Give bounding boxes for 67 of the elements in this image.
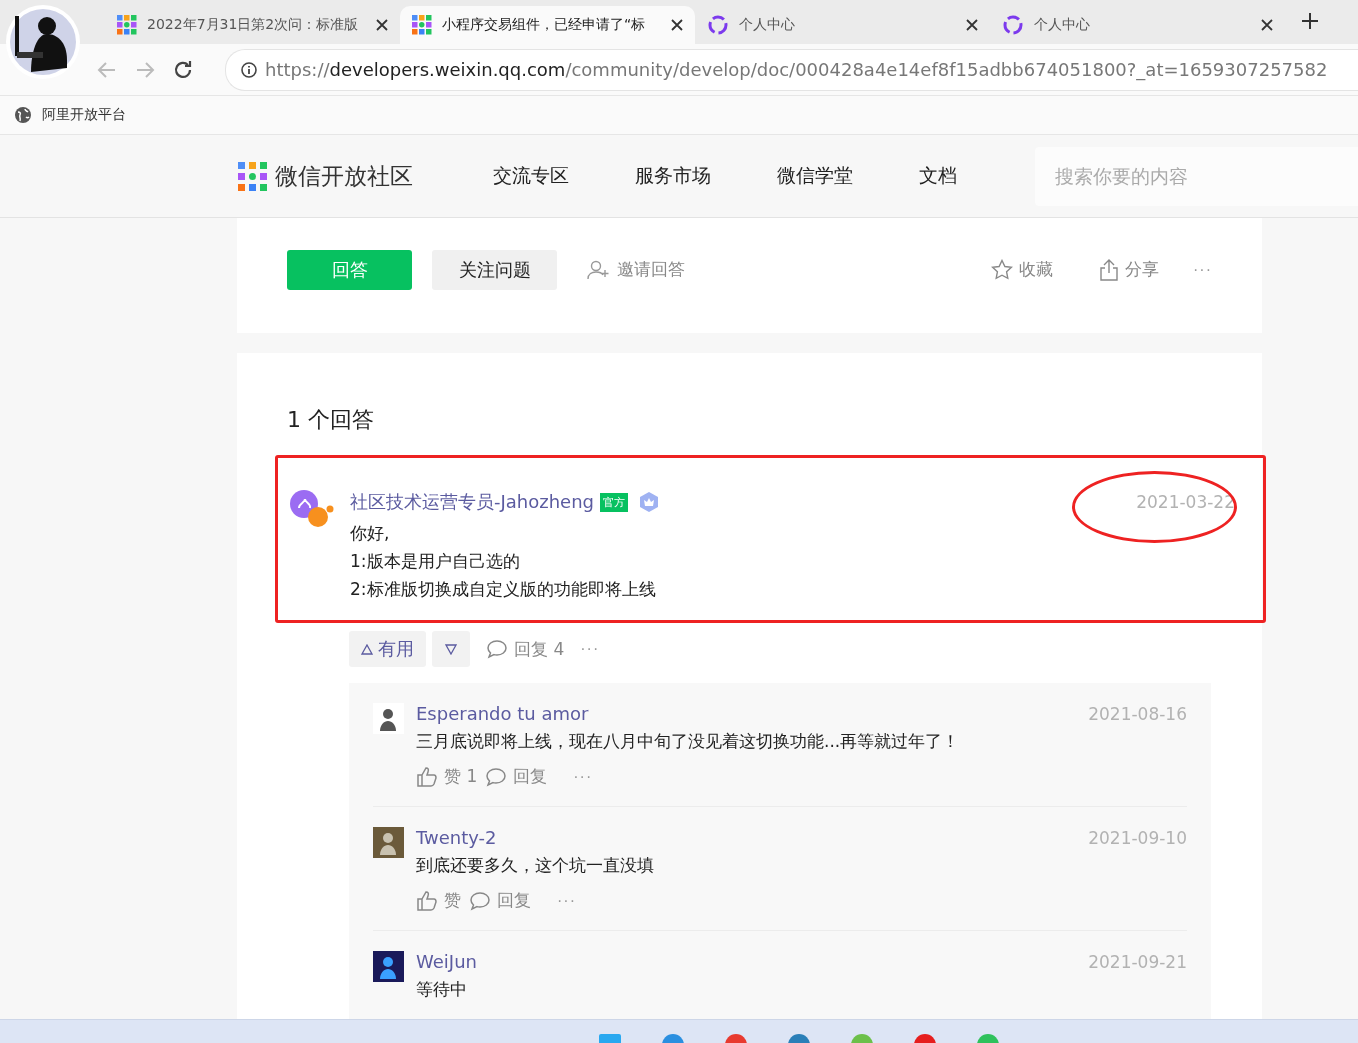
close-icon[interactable] (1261, 19, 1273, 31)
star-icon (991, 258, 1013, 281)
comment-icon (486, 639, 508, 659)
browser-tab[interactable]: 小程序交易组件，已经申请了“标 (400, 6, 695, 44)
url-text: https://developers.weixin.qq.com/community/develop/doc/000428a4e14ef8f15adbb674051800?_at=1659307257582 (265, 59, 1328, 80)
comment-icon (469, 890, 491, 911)
app-grid-icon (412, 15, 432, 35)
bookmark-link[interactable]: 阿里开放平台 (42, 106, 126, 124)
follow-button[interactable]: 关注问题 (432, 249, 557, 290)
more-button[interactable]: ··· (580, 640, 600, 658)
reply-author[interactable]: WeiJun (416, 951, 477, 972)
ring-logo-icon (1002, 14, 1024, 36)
user-avatar (373, 827, 404, 858)
comment-icon (485, 766, 508, 787)
browser-tab[interactable]: 个人中心 (990, 6, 1285, 44)
reply-text: 三月底说即将上线，现在八月中旬了没见着这切换功能...再等就过年了！ (416, 730, 961, 753)
answer-text: 你好, (350, 524, 391, 542)
up-triangle-icon (361, 643, 373, 655)
reply-text: 等待中 (416, 978, 468, 1001)
reply-date: 2021-09-21 (1088, 951, 1187, 972)
shield-icon (638, 491, 661, 513)
thumbs-up-icon (416, 890, 438, 911)
globe-icon (14, 106, 32, 124)
info-icon (241, 61, 257, 78)
answer-text: 1:版本是用户自己选的 (350, 552, 521, 570)
useful-button[interactable]: 有用 (349, 631, 426, 667)
reply-text: 到底还要多久，这个坑一直没填 (416, 854, 655, 877)
logo-icon (238, 161, 267, 191)
reply-date: 2021-08-16 (1088, 703, 1187, 724)
author-avatar (290, 490, 334, 530)
reply-date: 2021-09-10 (1088, 827, 1187, 848)
answers-heading: 1 个回答 (287, 406, 375, 434)
close-icon[interactable] (966, 19, 978, 31)
user-avatar (373, 951, 404, 982)
app-grid-icon (117, 15, 137, 35)
share-button[interactable]: 分享 (1099, 258, 1159, 281)
close-icon[interactable] (671, 19, 683, 31)
down-triangle-icon (445, 643, 457, 655)
ring-logo-icon (707, 14, 729, 36)
author-name[interactable]: 社区技术运营专员-Jahozheng (350, 490, 595, 514)
reply-button[interactable]: 回复 (485, 765, 548, 788)
browser-tab[interactable]: 2022年7月31日第2次问：标准版 (105, 6, 400, 44)
nav-link[interactable]: 服务市场 (635, 163, 711, 189)
share-icon (1099, 258, 1119, 281)
answer-text: 2:标准版切换成自定义版的功能即将上线 (350, 580, 657, 598)
like-button[interactable]: 赞 (416, 889, 461, 912)
reply-count-button[interactable]: 回复 4 (486, 637, 565, 661)
reply-author[interactable]: Twenty-2 (416, 827, 497, 848)
nav-link[interactable]: 微信学堂 (777, 163, 853, 189)
browser-tab[interactable]: 个人中心 (695, 6, 990, 44)
search-field[interactable]: 搜索你要的内容 (1035, 146, 1358, 206)
address-bar[interactable]: https://developers.weixin.qq.com/community/develop/doc/000428a4e14ef8f15adbb674051800?_at=1659307257582 (225, 48, 1358, 91)
reply-button[interactable]: 回复 (469, 889, 531, 912)
like-button[interactable]: 赞 1 (416, 765, 478, 788)
add-user-icon (587, 259, 611, 280)
official-badge: 官方 (600, 492, 629, 512)
answer-date: 2021-03-22 (1136, 492, 1235, 512)
favorite-button[interactable]: 收藏 (991, 258, 1053, 281)
invite-button[interactable]: 邀请回答 (587, 258, 685, 281)
thumbs-up-icon (416, 766, 438, 787)
nav-link[interactable]: 文档 (919, 163, 957, 189)
close-icon[interactable] (376, 19, 388, 31)
downvote-button[interactable] (432, 631, 470, 667)
reply-author[interactable]: Esperando tu amor (416, 703, 589, 724)
site-logo-text[interactable]: 微信开放社区 (275, 160, 413, 192)
user-avatar (373, 703, 404, 734)
nav-link[interactable]: 交流专区 (493, 163, 569, 189)
